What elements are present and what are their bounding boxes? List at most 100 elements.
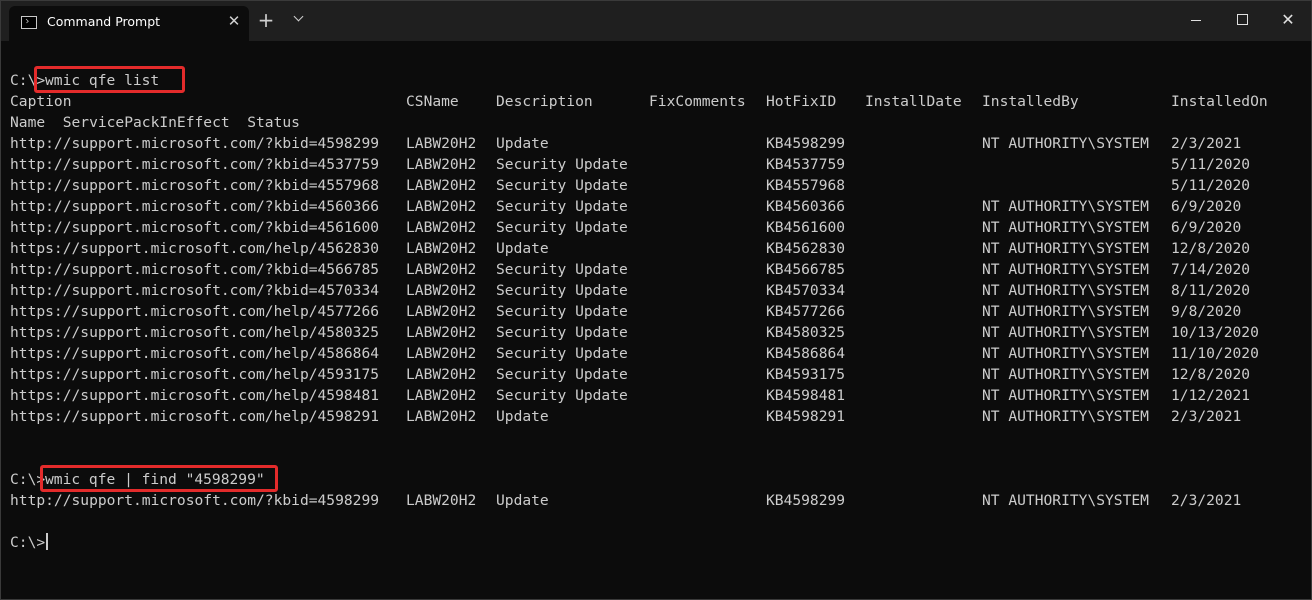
table-cell: KB4557968 [766, 177, 846, 194]
table-cell: LABW20H2 [406, 219, 477, 236]
table-cell: NT AUTHORITY\SYSTEM [982, 345, 1149, 362]
table-cell: LABW20H2 [406, 387, 477, 404]
command-prompt-window: Command Prompt ✕ + ✕ C:\> wmic qfe list Ca… [0, 0, 1312, 600]
table-cell: KB4598299 [766, 135, 846, 152]
table-cell: Security Update [496, 324, 628, 341]
table-cell: 8/11/2020 [1171, 282, 1251, 299]
column-header: Description [496, 93, 593, 110]
table-cell: 2/3/2021 [1171, 135, 1242, 152]
table-cell: LABW20H2 [406, 240, 477, 257]
table-cell: 7/14/2020 [1171, 261, 1251, 278]
table-cell: NT AUTHORITY\SYSTEM [982, 366, 1149, 383]
table-cell: NT AUTHORITY\SYSTEM [982, 198, 1149, 215]
table-cell: Update [496, 240, 549, 257]
table-cell: LABW20H2 [406, 324, 477, 341]
table-cell: 2/3/2021 [1171, 492, 1242, 509]
table-cell: LABW20H2 [406, 177, 477, 194]
table-cell: https://support.microsoft.com/help/45803… [10, 324, 380, 341]
table-cell: Security Update [496, 219, 628, 236]
table-cell: LABW20H2 [406, 135, 477, 152]
table-cell: https://support.microsoft.com/help/45984… [10, 387, 380, 404]
table-cell: Update [496, 492, 549, 509]
table-cell: NT AUTHORITY\SYSTEM [982, 303, 1149, 320]
table-cell: KB4566785 [766, 261, 846, 278]
table-cell: NT AUTHORITY\SYSTEM [982, 282, 1149, 299]
table-cell: Security Update [496, 282, 628, 299]
table-cell: LABW20H2 [406, 366, 477, 383]
table-cell: LABW20H2 [406, 156, 477, 173]
column-header: HotFixID [766, 93, 837, 110]
table-cell: Security Update [496, 303, 628, 320]
table-cell: KB4593175 [766, 366, 846, 383]
table-cell: http://support.microsoft.com/?kbid=45703… [10, 282, 380, 299]
table-cell: LABW20H2 [406, 408, 477, 425]
table-cell: https://support.microsoft.com/help/45868… [10, 345, 380, 362]
table-cell: KB4577266 [766, 303, 846, 320]
table-cell: NT AUTHORITY\SYSTEM [982, 240, 1149, 257]
title-bar: Command Prompt ✕ + ✕ [1, 1, 1311, 41]
table-cell: 12/8/2020 [1171, 366, 1251, 383]
table-cell: https://support.microsoft.com/help/45931… [10, 366, 380, 383]
column-header: InstallDate [865, 93, 962, 110]
table-cell: http://support.microsoft.com/?kbid=45982… [10, 492, 380, 509]
column-header: Caption [10, 93, 72, 110]
table-cell: 11/10/2020 [1171, 345, 1259, 362]
tab-title: Command Prompt [47, 14, 161, 29]
close-icon[interactable]: ✕ [1265, 1, 1311, 39]
table-cell: 2/3/2021 [1171, 408, 1242, 425]
table-cell: http://support.microsoft.com/?kbid=45667… [10, 261, 380, 278]
table-cell: NT AUTHORITY\SYSTEM [982, 387, 1149, 404]
table-cell: 9/8/2020 [1171, 303, 1242, 320]
table-cell: 5/11/2020 [1171, 177, 1251, 194]
terminal-output[interactable]: C:\> wmic qfe list Caption CSName Descriptio… [10, 49, 1305, 594]
table-cell: NT AUTHORITY\SYSTEM [982, 135, 1149, 152]
table-cell: LABW20H2 [406, 303, 477, 320]
table-cell: KB4580325 [766, 324, 846, 341]
highlight-box [34, 66, 185, 93]
table-cell: KB4570334 [766, 282, 846, 299]
tab-command-prompt[interactable]: Command Prompt ✕ [9, 6, 249, 41]
table-cell: KB4562830 [766, 240, 846, 257]
table-cell: Security Update [496, 345, 628, 362]
table-cell: 5/11/2020 [1171, 156, 1251, 173]
table-cell: KB4586864 [766, 345, 846, 362]
column-header: Name ServicePackInEffect Status [10, 114, 300, 131]
table-cell: NT AUTHORITY\SYSTEM [982, 219, 1149, 236]
column-header: InstalledOn [1171, 93, 1268, 110]
table-cell: NT AUTHORITY\SYSTEM [982, 492, 1149, 509]
table-cell: 6/9/2020 [1171, 198, 1242, 215]
table-cell: 10/13/2020 [1171, 324, 1259, 341]
table-cell: https://support.microsoft.com/help/45772… [10, 303, 380, 320]
column-header: CSName [406, 93, 459, 110]
cmd-icon [21, 16, 37, 29]
minimize-icon[interactable] [1173, 1, 1219, 39]
chevron-down-icon[interactable] [291, 13, 307, 27]
table-cell: Security Update [496, 387, 628, 404]
table-cell: LABW20H2 [406, 492, 477, 509]
table-cell: KB4561600 [766, 219, 846, 236]
plus-icon[interactable]: + [257, 10, 275, 30]
table-cell: KB4598481 [766, 387, 846, 404]
text-cursor [45, 532, 48, 553]
table-cell: LABW20H2 [406, 282, 477, 299]
highlight-box [40, 465, 278, 492]
table-cell: Security Update [496, 177, 628, 194]
table-cell: 12/8/2020 [1171, 240, 1251, 257]
table-cell: http://support.microsoft.com/?kbid=45579… [10, 177, 380, 194]
prompt-text: C:\> [10, 534, 46, 551]
table-cell: http://support.microsoft.com/?kbid=45377… [10, 156, 380, 173]
maximize-icon[interactable] [1219, 1, 1265, 39]
table-cell: KB4560366 [766, 198, 846, 215]
table-cell: Update [496, 135, 549, 152]
table-cell: LABW20H2 [406, 198, 477, 215]
table-cell: KB4598291 [766, 408, 846, 425]
table-cell: Security Update [496, 261, 628, 278]
table-cell: Security Update [496, 156, 628, 173]
table-cell: http://support.microsoft.com/?kbid=45982… [10, 135, 380, 152]
table-cell: https://support.microsoft.com/help/45982… [10, 408, 380, 425]
close-icon[interactable]: ✕ [225, 12, 243, 30]
table-cell: Security Update [496, 198, 628, 215]
table-cell: LABW20H2 [406, 261, 477, 278]
table-cell: http://support.microsoft.com/?kbid=45603… [10, 198, 380, 215]
table-cell: 1/12/2021 [1171, 387, 1251, 404]
